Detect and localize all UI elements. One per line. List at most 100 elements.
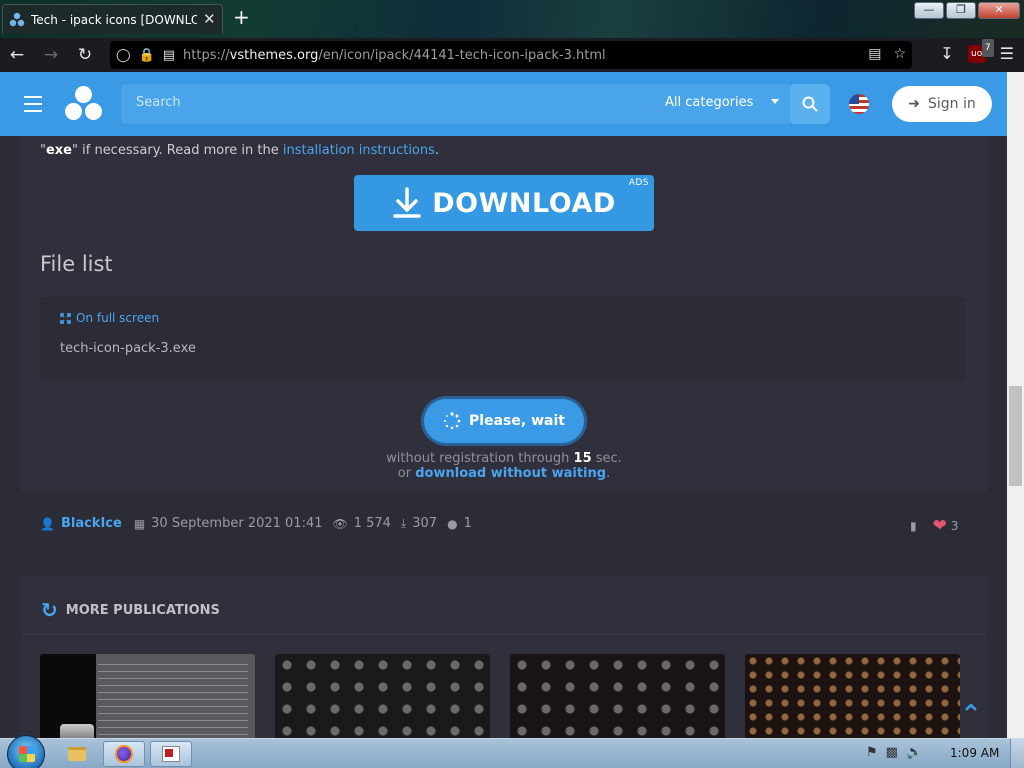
maximize-button[interactable]: ❐: [946, 2, 976, 19]
extension-badge: 7: [981, 38, 994, 57]
url-path: /en/icon/ipack/44141-tech-icon-ipack-3.h…: [318, 47, 606, 63]
download-alternative: or download without waiting.: [21, 466, 987, 481]
tab-close-icon[interactable]: ✕: [203, 12, 216, 27]
chevron-up-icon[interactable]: ⌃: [960, 700, 982, 730]
post-date: 30 September 2021 01:41: [151, 516, 323, 531]
download-count: 307: [412, 516, 438, 531]
post-meta: 👤 BlackIce ▦ 30 September 2021 01:41 👁 1…: [40, 516, 482, 531]
fullscreen-link[interactable]: On full screen: [60, 311, 159, 325]
volume-icon[interactable]: 🔈: [906, 745, 922, 760]
wait-notice: without registration through 15 sec.: [21, 451, 987, 466]
back-arrow-icon[interactable]: ←: [0, 45, 34, 65]
url-text: https://vsthemes.org/en/icon/ipack/44141…: [183, 48, 606, 63]
page-viewport: Search All categories ➜ Sign in "exe" if…: [0, 72, 1007, 738]
system-tray: ⚑ ▩ 🔈: [866, 745, 922, 760]
fullscreen-icon: [60, 312, 71, 324]
reader-view-icon[interactable]: ▤: [868, 46, 881, 62]
start-button[interactable]: [7, 735, 45, 768]
comment-count: 1: [463, 516, 472, 531]
close-window-button[interactable]: ✕: [978, 2, 1020, 19]
publication-thumbnail[interactable]: [510, 654, 725, 738]
intro-period: .: [434, 143, 440, 158]
browser-tab-active[interactable]: Tech - ipack icons [DOWNLOAD ✕: [2, 4, 223, 34]
sign-in-label: Sign in: [927, 96, 976, 112]
publication-thumbnail[interactable]: [275, 654, 490, 738]
url-scheme: https://: [183, 47, 230, 63]
sign-in-icon: ➜: [908, 96, 920, 112]
permissions-icon[interactable]: ▤: [163, 48, 175, 63]
calendar-icon: ▦: [133, 516, 146, 531]
tab-title: Tech - ipack icons [DOWNLOAD: [31, 12, 197, 27]
file-list-heading: File list: [40, 252, 113, 276]
search-input[interactable]: Search: [136, 95, 181, 110]
firefox-icon: [115, 745, 133, 763]
file-name: tech-icon-pack-3.exe: [60, 341, 196, 356]
menu-icon[interactable]: ☰: [1000, 44, 1014, 63]
bookmark-star-icon[interactable]: ☆: [893, 46, 906, 62]
minimize-button[interactable]: —: [914, 2, 944, 19]
address-bar[interactable]: ◯ 🔒 ▤ https://vsthemes.org/en/icon/ipack…: [110, 41, 912, 69]
shield-icon[interactable]: ◯: [116, 48, 131, 63]
forward-arrow-icon[interactable]: →: [34, 45, 68, 65]
wait-text-before: without registration through: [386, 451, 574, 466]
page-scrollbar[interactable]: [1007, 72, 1024, 738]
divider: [21, 634, 987, 635]
hamburger-icon[interactable]: [24, 96, 42, 117]
search-button[interactable]: [790, 84, 830, 124]
app-taskbar-button[interactable]: [150, 741, 192, 767]
chevron-down-icon[interactable]: [771, 99, 779, 104]
publication-thumbnail[interactable]: [745, 654, 960, 738]
ublock-extension-icon[interactable]: uo 7: [967, 38, 994, 63]
download-card: "exe" if necessary. Read more in the ins…: [21, 136, 987, 492]
lock-icon[interactable]: 🔒: [139, 48, 155, 63]
like-count: 3: [950, 519, 959, 533]
more-publications-title: MORE PUBLICATIONS: [65, 602, 220, 618]
taskbar-clock[interactable]: 1:09 AM: [950, 746, 999, 760]
network-icon[interactable]: ▩: [886, 745, 898, 760]
comment-icon: ●: [447, 516, 458, 531]
search-bar: Search All categories: [121, 84, 830, 124]
address-bar-actions: ▤ ☆: [868, 46, 906, 62]
install-note: "exe" if necessary. Read more in the ins…: [40, 143, 439, 158]
windows-logo-icon: [19, 746, 35, 762]
post-actions: ▮ ❤ 3: [910, 516, 959, 536]
installation-instructions-link[interactable]: installation instructions: [283, 143, 435, 158]
flag-us-icon[interactable]: [849, 94, 869, 114]
intro-text: " if necessary. Read more in the: [72, 143, 283, 158]
action-center-icon[interactable]: ⚑: [866, 745, 878, 760]
refresh-icon[interactable]: ↻: [41, 598, 58, 622]
download-label: DOWNLOAD: [432, 187, 616, 219]
user-icon: 👤: [40, 516, 55, 531]
logo-icon[interactable]: [64, 84, 104, 124]
scrollbar-thumb[interactable]: [1009, 386, 1022, 486]
please-wait-button[interactable]: Please, wait: [424, 399, 584, 443]
sign-in-button[interactable]: ➜ Sign in: [892, 86, 992, 122]
more-publications-heading: ↻ MORE PUBLICATIONS: [41, 598, 220, 622]
publication-thumbnail[interactable]: [40, 654, 255, 738]
download-button[interactable]: DOWNLOAD ADS: [354, 175, 654, 231]
windows-taskbar: ⚑ ▩ 🔈 1:09 AM: [0, 735, 1024, 768]
firefox-taskbar-button[interactable]: [103, 741, 145, 767]
new-tab-button[interactable]: +: [233, 7, 250, 27]
ads-badge: ADS: [628, 178, 649, 188]
url-host: vsthemes.org: [229, 47, 319, 63]
bookmark-icon[interactable]: ▮: [910, 519, 917, 533]
site-header: Search All categories ➜ Sign in: [0, 72, 1007, 136]
heart-icon[interactable]: ❤: [933, 516, 947, 536]
download-arrow-icon: [393, 187, 421, 218]
category-select[interactable]: All categories: [665, 95, 753, 110]
period: .: [606, 466, 611, 481]
view-count: 1 574: [353, 516, 391, 531]
show-desktop-button[interactable]: [1010, 739, 1024, 768]
author-link[interactable]: BlackIce: [61, 516, 122, 531]
reload-icon[interactable]: ↻: [68, 45, 102, 65]
spinner-icon: [444, 412, 461, 430]
please-wait-label: Please, wait: [469, 413, 565, 429]
wait-text-after: sec.: [591, 451, 622, 466]
downloads-icon[interactable]: ↧: [940, 44, 953, 63]
download-without-waiting-link[interactable]: download without waiting: [415, 466, 606, 481]
search-icon: [802, 96, 818, 112]
or-text: or: [397, 466, 416, 481]
explorer-taskbar-button[interactable]: [56, 741, 98, 767]
app-icon: [162, 746, 180, 762]
